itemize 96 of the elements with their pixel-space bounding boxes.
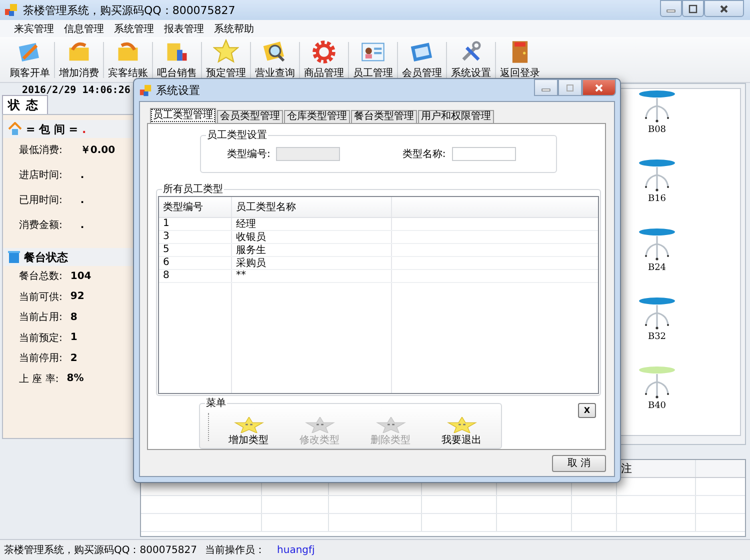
tab[interactable]: 用户和权限管理: [418, 110, 494, 123]
list-cell: 服务生: [232, 244, 392, 256]
tab[interactable]: 会员类型管理: [217, 110, 283, 123]
field-label: 上 座 率:: [19, 372, 59, 386]
toolbar-button[interactable]: 预定管理: [202, 38, 250, 81]
field-value: 8%: [66, 373, 84, 384]
toolbar-button[interactable]: 系统设置: [447, 38, 495, 81]
list-cell: 经理: [232, 218, 392, 230]
field-label: 已用时间:: [19, 194, 62, 208]
column-header[interactable]: 类型编号: [159, 196, 232, 217]
stool-icon[interactable]: [637, 228, 677, 262]
tables-title: 餐台状态: [24, 250, 68, 264]
field-value: 2: [70, 352, 78, 364]
tab[interactable]: 仓库类型管理: [284, 110, 350, 123]
room-title: = 包 间 =: [26, 122, 78, 136]
field-value: 104: [70, 270, 92, 282]
field-value: .: [80, 169, 84, 183]
list-cell: 3: [159, 230, 232, 243]
star-icon: [213, 39, 239, 65]
column-header[interactable]: 员工类型名称: [232, 196, 392, 217]
list-cell: **: [232, 270, 392, 282]
stool-icon[interactable]: [637, 90, 677, 124]
menu-button[interactable]: 我要退出: [426, 417, 497, 447]
box-icon: [8, 250, 20, 264]
maximize-icon: [688, 4, 698, 14]
field-label: 类型名称:: [402, 148, 446, 161]
stool-icon[interactable]: [637, 159, 677, 193]
toolbar-button[interactable]: 增加消费: [55, 38, 103, 81]
star-icon: [376, 417, 406, 433]
field-label: 当前可供:: [19, 290, 62, 304]
group-title: 所有员工类型: [162, 182, 224, 196]
list-cell: 5: [159, 244, 232, 256]
list-cell: 收银员: [232, 230, 392, 243]
app-icon: [139, 84, 152, 96]
close-icon: [594, 82, 604, 92]
field-label: 餐台总数:: [19, 270, 62, 284]
room-name: .: [82, 122, 86, 136]
table-name: B32: [648, 332, 666, 342]
list-cell: 1: [159, 218, 232, 230]
list-cell: 8: [159, 270, 232, 282]
maximize-button[interactable]: [682, 0, 704, 17]
menu-item[interactable]: 系统管理: [112, 22, 156, 36]
field-label: 进店时间:: [19, 169, 62, 183]
field-value: 1: [70, 332, 78, 344]
field-value: 92: [70, 291, 84, 302]
toolbar-button[interactable]: 商品管理: [300, 38, 348, 81]
field-value: ￥0.00: [80, 144, 116, 158]
menu-item[interactable]: 系统帮助: [212, 22, 256, 36]
status-tab[interactable]: 状 态: [2, 95, 48, 114]
field-label: 当前停用:: [19, 352, 62, 366]
table-name: B16: [648, 194, 666, 204]
field-value: 8: [70, 312, 78, 323]
list-cell: 采购员: [232, 256, 392, 269]
toolbar-button[interactable]: 宾客结账: [104, 38, 152, 81]
status-text: 茶楼管理系统，购买源码QQ：800075827: [4, 544, 198, 557]
star-icon: [304, 417, 334, 433]
dialog-title: 系统设置: [156, 82, 200, 98]
input-field[interactable]: [452, 146, 516, 161]
star-icon: [446, 417, 476, 433]
close-icon: [719, 4, 729, 14]
table-name: B08: [648, 125, 666, 135]
window-title: 茶楼管理系统，购买源码QQ：800075827: [23, 2, 236, 18]
menu-item[interactable]: 来宾管理: [12, 22, 56, 36]
tab[interactable]: 餐台类型管理: [351, 110, 417, 123]
field-label: 类型编号:: [227, 148, 270, 161]
minimize-button[interactable]: [534, 79, 558, 96]
field-label: 最低消费:: [19, 144, 62, 158]
close-button[interactable]: [704, 0, 744, 17]
stool-icon[interactable]: [637, 297, 677, 331]
stool-icon[interactable]: [637, 366, 677, 400]
operator-label: 当前操作员：: [205, 544, 266, 557]
menu-item[interactable]: 信息管理: [62, 22, 106, 36]
star-icon: [234, 417, 264, 433]
menu-item[interactable]: 报表管理: [162, 22, 206, 36]
maximize-icon: [565, 82, 575, 92]
field-label: 消费金额:: [19, 219, 62, 233]
group-title: 员工类型设置: [206, 128, 268, 142]
tab[interactable]: 员工类型管理: [150, 108, 216, 123]
cancel-button[interactable]: 取 消: [552, 454, 606, 472]
toolbar-button[interactable]: 顾客开单: [6, 38, 54, 81]
list-cell: 6: [159, 256, 232, 269]
app-icon: [4, 3, 18, 17]
house-icon: [8, 122, 22, 136]
field-value: .: [80, 194, 84, 208]
group-title: 菜单: [205, 396, 227, 410]
gear-icon: [311, 39, 337, 65]
date-time: 2016/2/29 14:06:26: [21, 84, 132, 98]
operator-name: huangfj: [277, 544, 315, 556]
field-label: 当前占用:: [19, 310, 62, 324]
field-value: .: [80, 219, 84, 233]
close-button[interactable]: [582, 79, 616, 96]
menu-button[interactable]: 增加类型: [213, 417, 284, 447]
table-name: B40: [648, 401, 666, 411]
small-button[interactable]: X: [578, 403, 596, 418]
field-label: 当前预定:: [19, 332, 62, 345]
table-name: B24: [648, 263, 666, 273]
